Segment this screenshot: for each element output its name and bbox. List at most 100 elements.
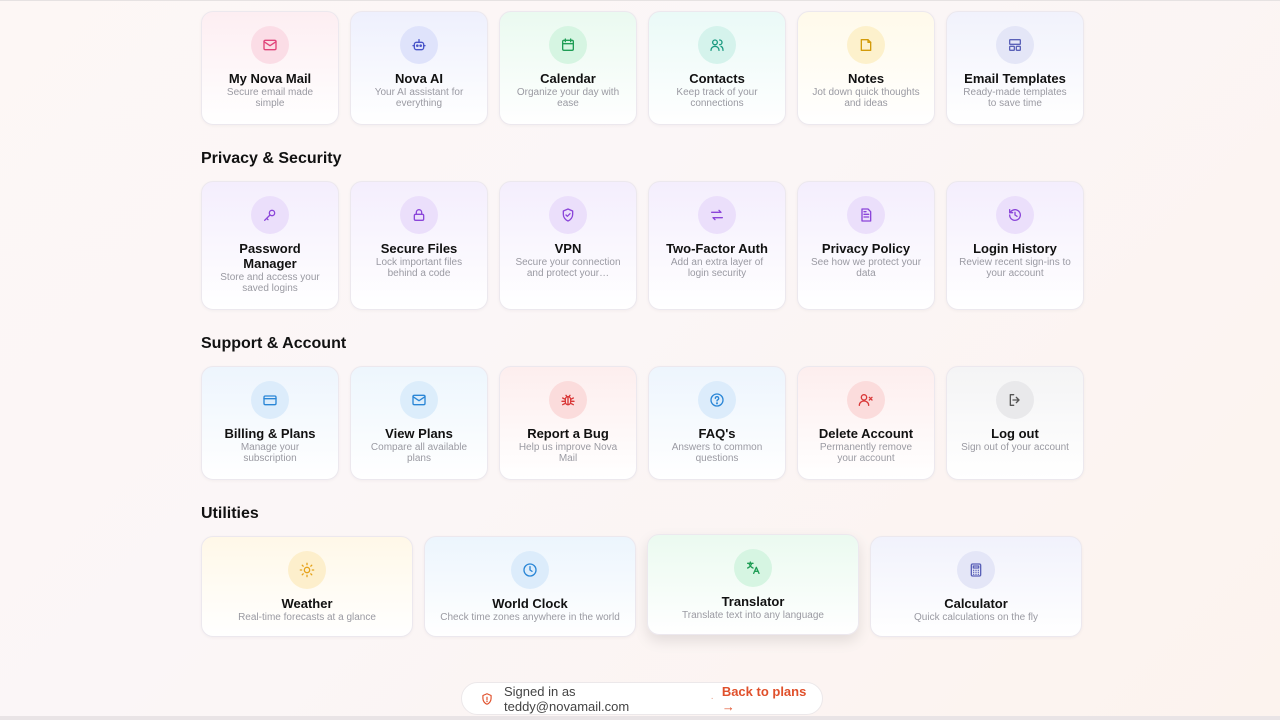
card-description: Translate text into any language xyxy=(682,610,824,621)
card-description: Sign out of your account xyxy=(961,442,1069,453)
footer-separator: · xyxy=(710,693,714,704)
card-view-plans[interactable]: View Plans Compare all available plans xyxy=(350,366,488,480)
contacts-icon xyxy=(698,26,736,64)
card-email-templates[interactable]: Email Templates Ready-made templates to s… xyxy=(946,11,1084,125)
lock-icon xyxy=(400,196,438,234)
section-title-privacy: Privacy & Security xyxy=(201,150,342,167)
signed-in-text: Signed in as teddy@novamail.com xyxy=(504,683,630,714)
card-title: Nova AI xyxy=(395,71,443,86)
document-icon xyxy=(847,196,885,234)
history-icon xyxy=(996,196,1034,234)
card-title: World Clock xyxy=(492,596,568,611)
card-title: Password Manager xyxy=(239,241,301,271)
clock-icon xyxy=(511,551,549,589)
card-description: Add an extra layer of login security xyxy=(670,257,764,279)
card-description: Quick calculations on the fly xyxy=(914,612,1038,623)
card-password-manager[interactable]: Password Manager Store and access your sa… xyxy=(201,181,339,310)
card-login-history[interactable]: Login History Review recent sign-ins to y… xyxy=(946,181,1084,310)
card-title: FAQ's xyxy=(698,426,736,441)
card-delete-account[interactable]: Delete Account Permanently remove your ac… xyxy=(797,366,935,480)
card-title: Email Templates xyxy=(964,71,1066,86)
card-description: See how we protect your data xyxy=(810,257,922,279)
arrows-swap-icon xyxy=(698,196,736,234)
utilities-row: Weather Real-time forecasts at a glance Wo… xyxy=(201,534,1082,637)
card-notes[interactable]: Notes Jot down quick thoughts and ideas xyxy=(797,11,935,125)
back-to-plans-link[interactable]: Back to plans → xyxy=(722,684,822,714)
card-description: Permanently remove your account xyxy=(819,442,913,464)
signed-in-footer: Signed in as teddy@novamail.com · Back t… xyxy=(461,682,823,715)
card-title: Contacts xyxy=(689,71,745,86)
card-faq-s[interactable]: FAQ's Answers to common questions xyxy=(648,366,786,480)
card-billing-plans[interactable]: Billing & Plans Manage your subscription xyxy=(201,366,339,480)
template-icon xyxy=(996,26,1034,64)
card-title: Calculator xyxy=(944,596,1008,611)
apps-row: My Nova Mail Secure email made simple Nova… xyxy=(201,11,1084,125)
card-two-factor-auth[interactable]: Two-Factor Auth Add an extra layer of log… xyxy=(648,181,786,310)
mail-icon xyxy=(251,26,289,64)
card-description: Review recent sign-ins to your account xyxy=(959,257,1071,279)
robot-icon xyxy=(400,26,438,64)
translate-icon xyxy=(734,549,772,587)
card-calculator[interactable]: Calculator Quick calculations on the fly xyxy=(870,536,1082,637)
card-title: Secure Files xyxy=(380,241,458,256)
card-privacy-policy[interactable]: Privacy Policy See how we protect your da… xyxy=(797,181,935,310)
card-description: Manage your subscription xyxy=(240,442,300,464)
card-title: Privacy Policy xyxy=(821,241,911,256)
card-calendar[interactable]: Calendar Organize your day with ease xyxy=(499,11,637,125)
section-title-utilities: Utilities xyxy=(201,505,259,522)
card-title: Billing & Plans xyxy=(224,426,316,441)
card-my-nova-mail[interactable]: My Nova Mail Secure email made simple xyxy=(201,11,339,125)
logout-icon xyxy=(996,381,1034,419)
section-title-support: Support & Account xyxy=(201,335,347,352)
support-row: Billing & Plans Manage your subscription V… xyxy=(201,366,1084,480)
card-title: Weather xyxy=(281,596,333,611)
card-log-out[interactable]: Log out Sign out of your account xyxy=(946,366,1084,480)
card-description: Store and access your saved logins xyxy=(220,272,320,294)
shield-icon xyxy=(480,692,494,706)
card-title: Calendar xyxy=(540,71,596,86)
card-description: Check time zones anywhere in the world xyxy=(440,612,620,623)
card-title: Translator xyxy=(721,594,785,609)
calendar-icon xyxy=(549,26,587,64)
card-nova-ai[interactable]: Nova AI Your AI assistant for everything xyxy=(350,11,488,125)
credit-card-icon xyxy=(251,381,289,419)
card-description: Jot down quick thoughts and ideas xyxy=(812,87,920,109)
card-world-clock[interactable]: World Clock Check time zones anywhere in … xyxy=(424,536,636,637)
card-title: Login History xyxy=(973,241,1057,256)
card-title: Delete Account xyxy=(818,426,914,441)
card-contacts[interactable]: Contacts Keep track of your connections xyxy=(648,11,786,125)
card-weather[interactable]: Weather Real-time forecasts at a glance xyxy=(201,536,413,637)
card-title: View Plans xyxy=(385,426,453,441)
card-description: Help us improve Nova Mail xyxy=(518,442,618,464)
card-description: Compare all available plans xyxy=(370,442,468,464)
card-title: Notes xyxy=(847,71,885,86)
card-description: Organize your day with ease xyxy=(516,87,620,109)
card-description: Ready-made templates to save time xyxy=(963,87,1067,109)
card-description: Your AI assistant for everything xyxy=(374,87,464,109)
card-description: Secure email made simple xyxy=(226,87,314,109)
card-description: Lock important files behind a code xyxy=(375,257,463,279)
top-divider xyxy=(0,0,1280,1)
card-title: Report a Bug xyxy=(527,426,609,441)
bug-icon xyxy=(549,381,587,419)
shield-check-icon xyxy=(549,196,587,234)
card-title: Log out xyxy=(991,426,1039,441)
sun-icon xyxy=(288,551,326,589)
calculator-icon xyxy=(957,551,995,589)
card-title: VPN xyxy=(554,241,582,256)
card-description: Secure your connection and protect your… xyxy=(515,257,621,279)
card-secure-files[interactable]: Secure Files Lock important files behind … xyxy=(350,181,488,310)
mail-icon xyxy=(400,381,438,419)
key-icon xyxy=(251,196,289,234)
card-description: Keep track of your connections xyxy=(676,87,758,109)
user-x-icon xyxy=(847,381,885,419)
card-translator[interactable]: Translator Translate text into any langua… xyxy=(647,534,859,635)
privacy-row: Password Manager Store and access your sa… xyxy=(201,181,1084,310)
question-icon xyxy=(698,381,736,419)
card-vpn[interactable]: VPN Secure your connection and protect yo… xyxy=(499,181,637,310)
note-icon xyxy=(847,26,885,64)
card-report-a-bug[interactable]: Report a Bug Help us improve Nova Mail xyxy=(499,366,637,480)
card-title: My Nova Mail xyxy=(228,71,312,86)
card-description: Real-time forecasts at a glance xyxy=(238,612,376,623)
card-description: Answers to common questions xyxy=(671,442,763,464)
